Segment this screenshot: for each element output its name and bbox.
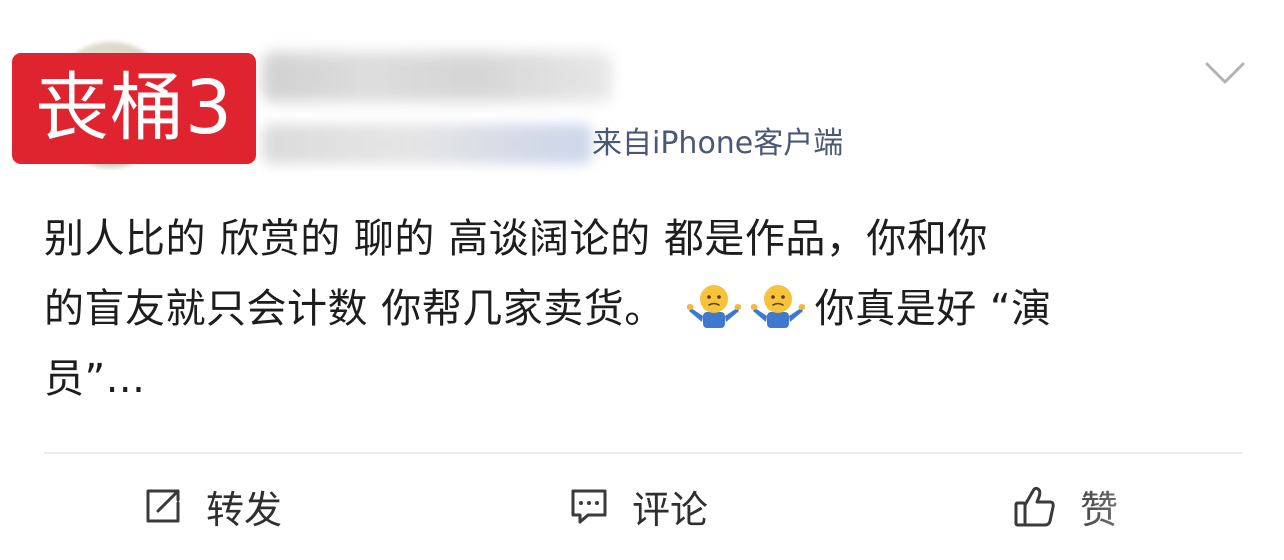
fade-overlay <box>1060 470 1284 540</box>
source-client-text: 来自iPhone客户端 <box>592 126 844 161</box>
post-body: 别人比的 欣赏的 聊的 高谈阔论的 都是作品，你和你 的盲友就只会计数 你帮几家… <box>44 204 1244 414</box>
repost-button[interactable]: 转发 <box>142 478 282 534</box>
comment-icon <box>568 485 610 527</box>
divider <box>44 452 1242 454</box>
shrug-emoji-icon <box>686 282 742 330</box>
shrug-emoji-icon <box>750 282 806 330</box>
post-line: 员”... <box>44 356 146 402</box>
blurred-username[interactable] <box>262 52 612 102</box>
post-line: 的盲友就只会计数 你帮几家卖货。 你真是好 “演 <box>44 274 1244 344</box>
repost-label: 转发 <box>206 487 283 532</box>
post-text-segment: 你真是好 “演 <box>814 286 1052 332</box>
comment-label: 评论 <box>632 487 709 532</box>
comment-button[interactable]: 评论 <box>568 478 708 534</box>
post-text-segment: 的盲友就只会计数 你帮几家卖货。 <box>44 286 665 332</box>
post-line: 别人比的 欣赏的 聊的 高谈阔论的 都是作品，你和你 <box>44 216 988 262</box>
blurred-post-meta <box>262 124 592 164</box>
thumbs-up-icon <box>1012 483 1058 529</box>
label-stamp: 丧桶3 <box>12 53 256 164</box>
repost-icon <box>142 485 184 527</box>
chevron-down-icon[interactable] <box>1204 60 1246 86</box>
